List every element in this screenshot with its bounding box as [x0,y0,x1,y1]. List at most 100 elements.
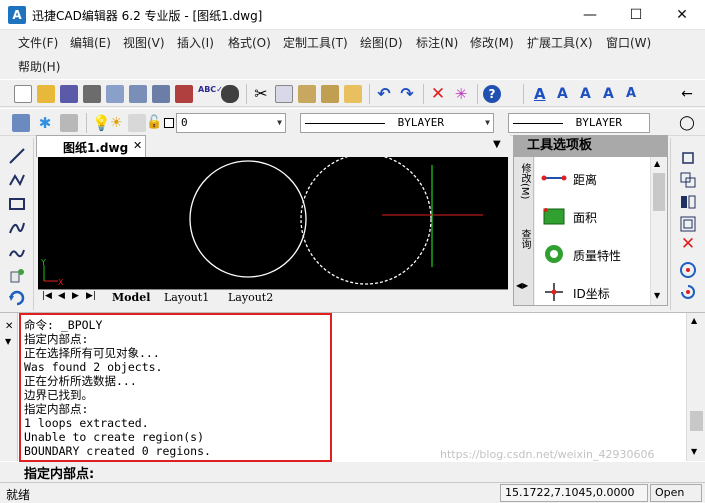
copy-icon[interactable] [275,85,293,103]
menu-window[interactable]: 窗口(W) [606,34,651,51]
delete-object-icon[interactable]: ✕ [678,234,698,254]
rotate-icon[interactable] [678,282,698,302]
menu-extended-tools[interactable]: 扩展工具(X) [527,34,593,51]
line-icon[interactable] [7,146,27,166]
palette-scroll-left-icon[interactable]: ◀▶ [516,281,528,290]
palette-scrollbar[interactable]: ▲ ▼ [650,157,667,305]
layer-on-bulb-icon[interactable]: 💡 [92,114,111,132]
spell-check-icon[interactable]: ABC✓ [198,85,223,103]
layer-manager-icon[interactable] [12,114,30,132]
palette-item-id-coordinate[interactable]: ID坐标 [535,273,650,311]
menu-view[interactable]: 视图(V) [123,34,165,51]
maximize-button[interactable]: ☐ [613,0,659,30]
paste-icon[interactable] [298,85,316,103]
layer-select[interactable]: 0 ▼ [176,113,286,133]
open-mode-indicator[interactable]: Open [650,484,702,502]
purge-icon[interactable]: ✳ [452,85,470,103]
save-icon[interactable] [60,85,78,103]
layer-color-swatch-icon[interactable] [164,118,174,128]
tab-model[interactable]: Model [112,291,150,304]
tab-layout2[interactable]: Layout2 [228,291,273,304]
lineweight-select[interactable]: BYLAYER [508,113,650,133]
paste-special-icon[interactable] [321,85,339,103]
palette-item-mass-properties[interactable]: 质量特性 [535,235,650,273]
app-logo-icon[interactable]: A [8,6,26,24]
close-panel-icon[interactable]: ✕ [5,321,13,332]
prev-layout-icon[interactable]: ◀ [58,291,65,301]
tab-list-chevron-icon[interactable]: ▼ [493,139,501,150]
layer-thaw-sun-icon[interactable]: ☀ [110,114,128,132]
publish-icon[interactable] [152,85,170,103]
delete-x-icon[interactable]: ✕ [429,85,447,103]
cut-scissors-icon[interactable]: ✂ [252,85,270,103]
solid-circle[interactable] [189,160,307,278]
close-button[interactable]: ✕ [659,0,705,30]
scroll-up-icon[interactable]: ▲ [654,159,660,168]
circle-tool-icon[interactable]: ◯ [678,114,696,132]
save-as-icon[interactable] [83,85,101,103]
linetype-select[interactable]: BYLAYER ▼ [300,113,494,133]
palette-item-area[interactable]: 面积 [535,197,650,235]
menu-format[interactable]: 格式(O) [228,34,271,51]
redo-icon[interactable]: ↷ [398,85,416,103]
menu-custom-tools[interactable]: 定制工具(T) [283,34,348,51]
revcloud-icon[interactable] [7,242,27,262]
scale-text-icon[interactable]: A [626,85,644,103]
spline-icon[interactable] [7,218,27,238]
polyline-icon[interactable] [7,170,27,190]
menu-modify[interactable]: 修改(M) [470,34,514,51]
erase-icon[interactable] [678,148,698,168]
last-layout-icon[interactable]: ▶| [86,291,96,301]
palette-scroll-thumb[interactable] [653,173,665,211]
new-file-icon[interactable] [14,85,32,103]
print-icon[interactable] [106,85,124,103]
panel-options-chevron-icon[interactable]: ▼ [5,337,11,346]
move-icon[interactable] [678,260,698,280]
tab-layout1[interactable]: Layout1 [164,291,209,304]
multiline-text-icon[interactable]: A [580,85,598,103]
text-style-icon[interactable]: A [534,85,552,103]
scroll-up-icon[interactable]: ▲ [691,316,697,325]
refresh-regen-icon[interactable] [7,288,27,308]
layer-previous-icon[interactable] [60,114,78,132]
copy-object-icon[interactable] [678,170,698,190]
export-icon[interactable] [175,85,193,103]
menu-draw[interactable]: 绘图(D) [360,34,403,51]
next-layout-icon[interactable]: ▶ [72,291,79,301]
match-properties-brush-icon[interactable] [344,85,362,103]
print-preview-icon[interactable] [129,85,147,103]
tab-close-icon[interactable]: ✕ [133,139,142,152]
edit-text-icon[interactable]: A [603,85,621,103]
single-line-text-icon[interactable]: A [557,85,575,103]
command-panel-grip[interactable]: ✕ ▼ [0,313,18,461]
undo-icon[interactable]: ↶ [375,85,393,103]
menu-help[interactable]: 帮助(H) [18,58,60,75]
open-folder-icon[interactable] [37,85,55,103]
drawing-canvas[interactable]: Y X [38,153,508,289]
command-prompt[interactable]: 指定内部点: [24,463,94,482]
menu-dimension[interactable]: 标注(N) [416,34,458,51]
minimize-button[interactable]: — [567,0,613,30]
command-scroll-thumb[interactable] [690,411,703,431]
palette-item-distance[interactable]: 距离 [535,159,650,197]
scroll-down-icon[interactable]: ▼ [654,291,660,300]
insert-block-icon[interactable] [7,266,27,286]
tab-drawing[interactable]: 图纸1.dwg ✕ [36,135,146,157]
layer-lock-icon[interactable]: 🔓 [146,114,164,132]
palette-tab-modify[interactable]: 修改(M) [517,163,532,199]
menu-edit[interactable]: 编辑(E) [70,34,111,51]
layer-viewport-icon[interactable] [128,114,146,132]
help-question-icon[interactable]: ? [483,85,501,103]
first-layout-icon[interactable]: |◀ [42,291,52,301]
palette-tab-query[interactable]: 查询 [517,229,532,249]
scroll-down-icon[interactable]: ▼ [691,447,697,456]
command-scrollbar[interactable]: ▲ ▼ [686,313,705,461]
mirror-icon[interactable] [678,192,698,212]
dashed-circle[interactable] [300,153,432,285]
toolbar-overflow-icon[interactable]: ← [678,85,696,103]
layer-state-icon[interactable]: ✱ [36,114,54,132]
rectangle-icon[interactable] [7,194,27,214]
find-binoculars-icon[interactable] [221,85,239,103]
menu-file[interactable]: 文件(F) [18,34,58,51]
menu-insert[interactable]: 插入(I) [177,34,214,51]
